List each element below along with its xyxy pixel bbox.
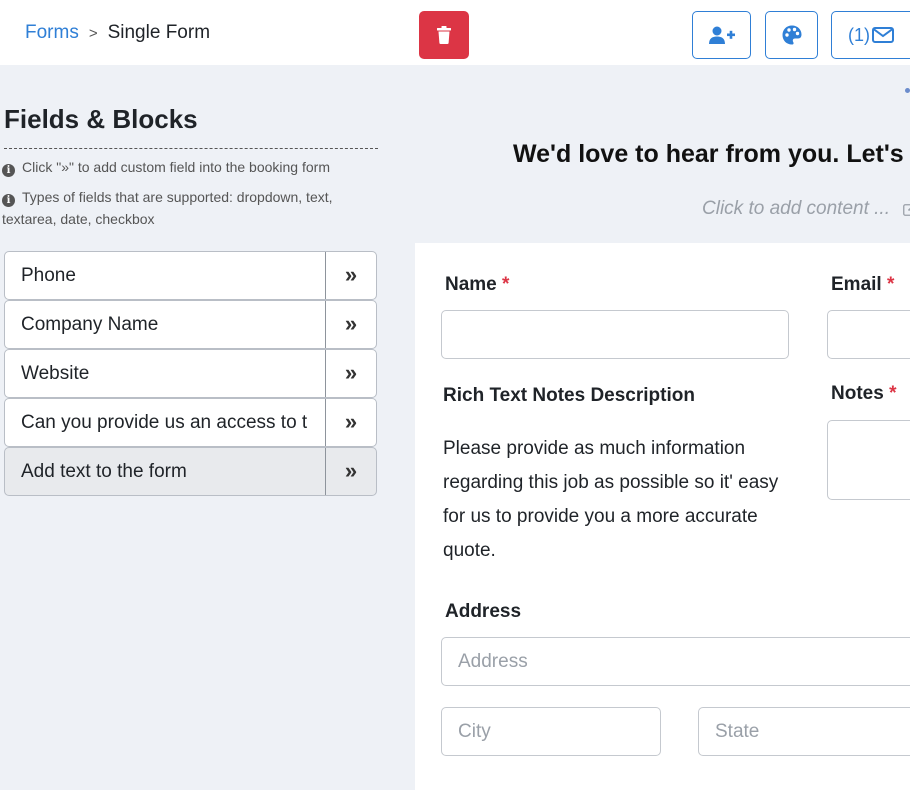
envelope-icon xyxy=(872,27,894,43)
notes-textarea[interactable] xyxy=(827,420,910,500)
field-label: Website xyxy=(21,363,90,384)
sidebar-info-text: Click "»" to add custom field into the b… xyxy=(22,159,330,175)
notes-label: Notes * xyxy=(831,383,896,405)
field-label: Can you provide us an access to t xyxy=(21,412,308,433)
form-heading[interactable]: We'd love to hear from you. Let's xyxy=(513,140,904,169)
breadcrumb-current: Single Form xyxy=(107,22,211,43)
field-list: Phone » Company Name » Website » Can you… xyxy=(4,251,377,496)
email-label: Email * xyxy=(831,274,894,296)
sidebar-title: Fields & Blocks xyxy=(4,104,198,134)
theme-button[interactable] xyxy=(765,11,818,59)
add-field-button[interactable]: » xyxy=(325,399,376,446)
field-item-phone: Phone » xyxy=(4,251,377,300)
field-item-company-name: Company Name » xyxy=(4,300,377,349)
breadcrumb-separator: > xyxy=(88,24,98,42)
breadcrumb: Forms > Single Form xyxy=(25,22,210,44)
sidebar-info-text: Types of fields that are supported: drop… xyxy=(2,189,333,227)
sidebar-info: i Types of fields that are supported: dro… xyxy=(2,186,382,230)
notes-label-text: Notes xyxy=(831,383,884,404)
email-label-text: Email xyxy=(831,274,882,295)
delete-form-button[interactable] xyxy=(419,11,469,59)
field-label: Company Name xyxy=(21,314,159,335)
add-user-button[interactable] xyxy=(692,11,751,59)
city-input[interactable]: City xyxy=(441,707,661,756)
required-mark: * xyxy=(889,383,897,404)
name-input[interactable] xyxy=(441,310,789,359)
info-icon: i xyxy=(2,164,15,177)
field-label: Phone xyxy=(21,265,76,286)
rich-text-body[interactable]: Please provide as much information regar… xyxy=(443,432,783,568)
required-mark: * xyxy=(886,274,895,295)
name-label: Name * xyxy=(445,274,509,296)
email-notifications-button[interactable]: (1) xyxy=(831,11,910,59)
add-field-button[interactable]: » xyxy=(325,448,376,495)
content-hint-text: Click to add content ... xyxy=(702,198,890,219)
info-icon: i xyxy=(2,194,15,207)
collapse-arrow-icon[interactable] xyxy=(905,88,910,93)
required-mark: * xyxy=(502,274,510,295)
breadcrumb-forms-link[interactable]: Forms xyxy=(25,22,79,44)
email-count: (1) xyxy=(848,24,870,45)
edit-icon xyxy=(903,204,910,216)
state-input[interactable]: State xyxy=(698,707,910,756)
field-item-add-text: Add text to the form » xyxy=(4,447,377,496)
sidebar-info: i Click "»" to add custom field into the … xyxy=(2,156,330,178)
field-item-website: Website » xyxy=(4,349,377,398)
email-input[interactable] xyxy=(827,310,910,359)
sidebar-divider xyxy=(4,148,378,149)
palette-icon xyxy=(782,25,801,45)
form-content-placeholder[interactable]: Click to add content ... xyxy=(702,198,910,220)
add-field-button[interactable]: » xyxy=(325,350,376,397)
address-input[interactable]: Address xyxy=(441,637,910,686)
field-item-access: Can you provide us an access to t » xyxy=(4,398,377,447)
trash-icon xyxy=(437,26,451,44)
address-label: Address xyxy=(445,601,522,622)
name-label-text: Name xyxy=(445,274,497,295)
add-field-button[interactable]: » xyxy=(325,252,376,299)
user-plus-icon xyxy=(708,26,735,44)
rich-text-label: Rich Text Notes Description xyxy=(443,385,695,406)
top-bar: Forms > Single Form (1) xyxy=(0,0,910,65)
field-label: Add text to the form xyxy=(21,461,187,482)
add-field-button[interactable]: » xyxy=(325,301,376,348)
